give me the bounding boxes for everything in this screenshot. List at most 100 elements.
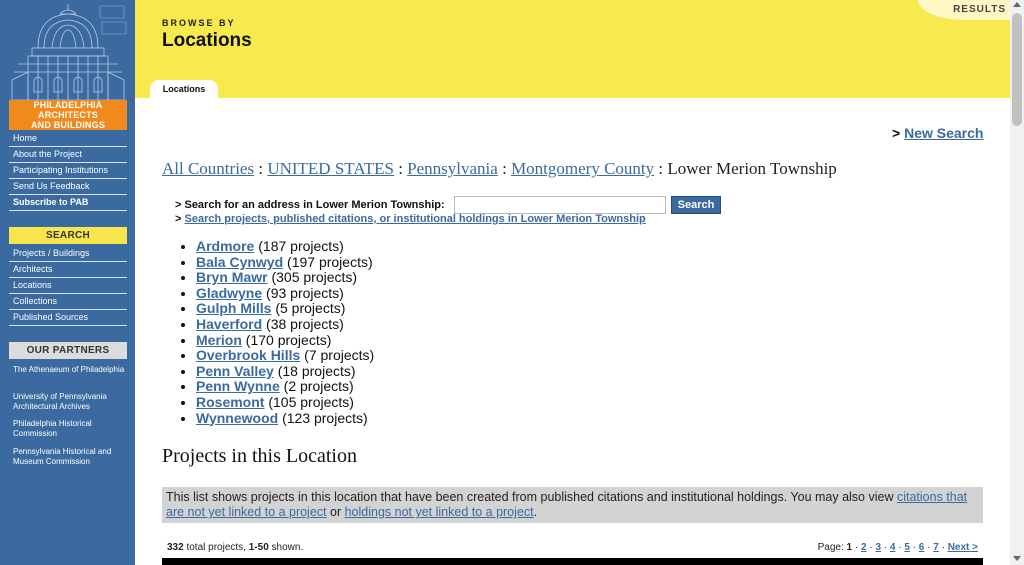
breadcrumb-pennsylvania[interactable]: Pennsylvania — [407, 159, 498, 178]
page-link-7[interactable]: 7 — [933, 542, 939, 553]
sidebar: PHILADELPHIA ARCHITECTS AND BUILDINGS Hom… — [0, 0, 135, 565]
main-nav: Home About the Project Participating Ins… — [9, 131, 127, 211]
notice-text: This list shows projects in this locatio… — [166, 490, 897, 504]
projects-section-heading: Projects in this Location — [162, 445, 357, 467]
search-section-heading: SEARCH — [9, 227, 127, 244]
nav-institutions[interactable]: Participating Institutions — [9, 163, 127, 179]
pagination: Page: 1 · 2 · 3 · 4 · 5 · 6 · 7 · Next > — [817, 542, 978, 553]
place-count: (105 projects) — [268, 393, 354, 410]
page-title: Locations — [162, 30, 252, 51]
results-tab[interactable]: RESULTS — [918, 0, 1010, 20]
place-link-overbrook-hills[interactable]: Overbrook Hills — [196, 347, 300, 363]
page-link-2[interactable]: 2 — [861, 542, 867, 553]
list-item: Ardmore (187 projects) — [196, 238, 374, 255]
partners-section-heading: OUR PARTNERS — [9, 342, 127, 359]
new-search-link[interactable]: New Search — [904, 125, 983, 141]
total-label: total projects, — [186, 542, 246, 553]
site-logo-label[interactable]: PHILADELPHIA ARCHITECTS AND BUILDINGS — [9, 100, 127, 130]
nav-locations[interactable]: Locations — [9, 278, 127, 294]
address-search-label: > Search for an address in Lower Merion … — [175, 199, 445, 211]
logo-line-2: AND BUILDINGS — [30, 120, 106, 130]
place-link-ardmore[interactable]: Ardmore — [196, 238, 254, 254]
breadcrumb-separator: : — [258, 159, 264, 178]
list-item: Gulph Mills (5 projects) — [196, 301, 374, 317]
place-link-rosemont[interactable]: Rosemont — [196, 394, 264, 410]
list-item: Bala Cynwyd (197 projects) — [196, 253, 374, 271]
info-notice: This list shows projects in this locatio… — [162, 487, 983, 523]
list-item: Rosemont (105 projects) — [196, 393, 374, 411]
nav-architects[interactable]: Architects — [9, 262, 127, 278]
partner-historical-commission[interactable]: Philadelphia Historical Commission — [13, 419, 127, 439]
search-projects-row: > Search projects, published citations, … — [175, 213, 646, 225]
breadcrumb-montgomery-county[interactable]: Montgomery County — [511, 159, 654, 178]
total-count: 332 — [167, 542, 184, 553]
places-list: Ardmore (187 projects) Bala Cynwyd (197 … — [178, 238, 375, 427]
tab-locations[interactable]: Locations — [150, 80, 218, 98]
breadcrumb-separator: : — [398, 159, 403, 178]
breadcrumb-separator: : — [658, 159, 664, 178]
list-item: Overbrook Hills (7 projects) — [196, 347, 375, 364]
partner-phmc[interactable]: Pennsylvania Historical and Museum Commi… — [13, 447, 127, 467]
next-page-link[interactable]: Next > — [948, 542, 978, 553]
place-count: (38 projects) — [266, 315, 344, 332]
list-item: Merion (170 projects) — [196, 331, 374, 349]
notice-text: or — [326, 505, 345, 519]
address-search-input[interactable] — [453, 196, 666, 214]
place-count: (7 projects) — [304, 347, 375, 364]
search-button[interactable]: Search — [670, 196, 722, 214]
breadcrumb-all-countries[interactable]: All Countries — [162, 159, 254, 178]
breadcrumb: All Countries : UNITED STATES : Pennsylv… — [162, 159, 837, 179]
new-search-prefix: > — [892, 125, 901, 141]
nav-published-sources[interactable]: Published Sources — [9, 310, 127, 326]
page-link-6[interactable]: 6 — [919, 542, 925, 553]
page-link-5[interactable]: 5 — [904, 542, 910, 553]
current-page: 1 — [846, 542, 853, 553]
place-link-haverford[interactable]: Haverford — [196, 316, 262, 332]
building-logo-icon[interactable] — [8, 0, 128, 100]
list-item: Haverford (38 projects) — [196, 315, 374, 333]
search-nav: Projects / Buildings Architects Location… — [9, 246, 127, 326]
place-count: (18 projects) — [277, 362, 356, 379]
place-count: (305 projects) — [271, 269, 358, 286]
nav-about[interactable]: About the Project — [9, 147, 127, 163]
place-link-bryn-mawr[interactable]: Bryn Mawr — [196, 269, 268, 285]
place-link-wynnewood[interactable]: Wynnewood — [196, 410, 278, 426]
shown-range: 1-50 — [248, 542, 269, 553]
place-count: (2 projects) — [283, 378, 354, 395]
place-link-penn-valley[interactable]: Penn Valley — [196, 363, 274, 379]
breadcrumb-united-states[interactable]: UNITED STATES — [267, 159, 394, 178]
place-link-penn-wynne[interactable]: Penn Wynne — [196, 378, 280, 395]
nav-subscribe[interactable]: Subscribe to PAB — [9, 195, 127, 211]
page-link-3[interactable]: 3 — [875, 542, 881, 553]
page-link-4[interactable]: 4 — [890, 542, 896, 553]
place-count: (123 projects) — [282, 409, 368, 426]
place-count: (187 projects) — [258, 238, 344, 254]
place-link-bala-cynwyd[interactable]: Bala Cynwyd — [196, 254, 283, 270]
nav-collections[interactable]: Collections — [9, 294, 127, 310]
nav-projects-buildings[interactable]: Projects / Buildings — [9, 246, 127, 262]
browse-by-label: BROWSE BY — [162, 18, 236, 28]
breadcrumb-separator: : — [502, 159, 507, 178]
shown-label: shown. — [271, 542, 304, 553]
scroll-down-arrow-icon[interactable] — [1013, 556, 1021, 561]
list-item: Wynnewood (123 projects) — [196, 409, 374, 427]
place-count: (5 projects) — [275, 300, 346, 317]
place-link-gulph-mills[interactable]: Gulph Mills — [196, 300, 271, 317]
nav-feedback[interactable]: Send Us Feedback — [9, 179, 127, 195]
search-projects-link[interactable]: Search projects, published citations, or… — [185, 213, 646, 225]
place-count: (170 projects) — [245, 331, 332, 348]
scroll-up-arrow-icon[interactable] — [1013, 2, 1021, 7]
nav-home[interactable]: Home — [9, 131, 127, 147]
scroll-thumb[interactable] — [1012, 13, 1022, 126]
search-projects-prefix: > — [175, 213, 182, 225]
partner-upenn-archives[interactable]: University of Pennsylvania Architectural… — [13, 392, 127, 412]
vertical-scrollbar[interactable] — [1010, 0, 1024, 565]
list-item: Penn Wynne (2 projects) — [196, 379, 374, 395]
place-link-merion[interactable]: Merion — [196, 332, 242, 348]
results-count: 332 total projects, 1-50 shown. — [167, 542, 303, 553]
place-link-gladwyne[interactable]: Gladwyne — [196, 285, 262, 301]
notice-text: . — [533, 505, 538, 519]
unlinked-holdings-link[interactable]: holdings not yet linked to a project — [345, 505, 534, 519]
place-count: (197 projects) — [287, 253, 373, 270]
partner-athenaeum[interactable]: The Athenaeum of Philadelphia — [13, 365, 127, 375]
